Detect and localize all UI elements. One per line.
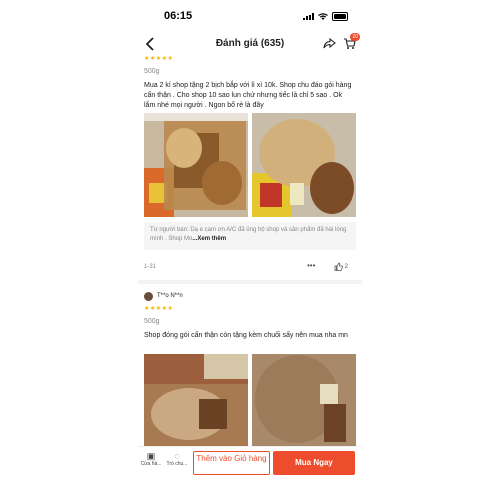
signal-icon bbox=[303, 13, 314, 20]
like-button[interactable]: 2 bbox=[334, 262, 348, 271]
status-bar: 06:15 bbox=[138, 6, 362, 26]
review-date: 1-31 bbox=[144, 264, 157, 270]
product-photo-image bbox=[252, 113, 356, 217]
review-photo-1[interactable] bbox=[144, 113, 248, 217]
buy-now-button[interactable]: Mua Ngay bbox=[273, 451, 355, 475]
rating-stars: ★★★★★ bbox=[144, 306, 174, 312]
review-variant: 500g bbox=[144, 318, 160, 325]
wifi-icon bbox=[318, 13, 328, 20]
cart-count-badge: 20 bbox=[350, 33, 360, 41]
chat-button[interactable]: ◌ Trò chu... bbox=[164, 451, 190, 467]
phone-screen: 06:15 Đánh giá (635) 20 ★★★★★ 500g Mua 2… bbox=[138, 0, 362, 498]
review-variant: 500g bbox=[144, 68, 160, 75]
review-text: Mua 2 kí shop tặng 2 bịch bắp với lì xì … bbox=[144, 82, 352, 109]
shop-button[interactable]: ▣ Cửa hà... bbox=[138, 451, 164, 467]
review-text: Shop đóng gói cẩn thận còn tặng kèm chuố… bbox=[144, 332, 348, 339]
like-count: 2 bbox=[344, 264, 349, 271]
shop-icon: ▣ bbox=[146, 451, 156, 461]
product-photo-image bbox=[144, 113, 248, 217]
chat-icon: ◌ bbox=[174, 451, 180, 461]
product-photo-image bbox=[252, 354, 356, 446]
review-photo-2[interactable] bbox=[252, 113, 356, 217]
review-photo-3[interactable] bbox=[144, 354, 248, 446]
reviewer-name[interactable]: T**o N**n bbox=[157, 293, 183, 299]
seller-reply-label: Từ người bán: bbox=[150, 227, 189, 233]
status-icons bbox=[303, 12, 348, 21]
product-photo-image bbox=[144, 354, 248, 446]
seller-reply: Từ người bán: Dạ e cam ơn A/C đã ủng hộ … bbox=[144, 222, 356, 250]
add-to-cart-button[interactable]: Thêm vào Giỏ hàng bbox=[193, 451, 270, 475]
review-photo-4[interactable] bbox=[252, 354, 356, 446]
section-divider bbox=[138, 280, 362, 284]
status-time: 06:15 bbox=[164, 10, 193, 22]
cart-button[interactable]: 20 bbox=[343, 33, 360, 55]
avatar[interactable] bbox=[144, 292, 153, 301]
bottom-action-bar: ▣ Cửa hà... ◌ Trò chu... Thêm vào Giỏ hà… bbox=[138, 446, 362, 481]
see-more-link[interactable]: ...Xem thêm bbox=[192, 236, 226, 242]
more-options-icon[interactable]: ••• bbox=[307, 261, 315, 270]
shop-label: Cửa hà... bbox=[140, 461, 162, 467]
battery-icon bbox=[332, 12, 348, 21]
rating-stars: ★★★★★ bbox=[144, 56, 174, 62]
header-bar: Đánh giá (635) 20 bbox=[138, 33, 362, 56]
chat-label: Trò chu... bbox=[166, 461, 188, 467]
thumbs-up-icon bbox=[334, 262, 343, 271]
share-icon[interactable] bbox=[323, 37, 336, 50]
